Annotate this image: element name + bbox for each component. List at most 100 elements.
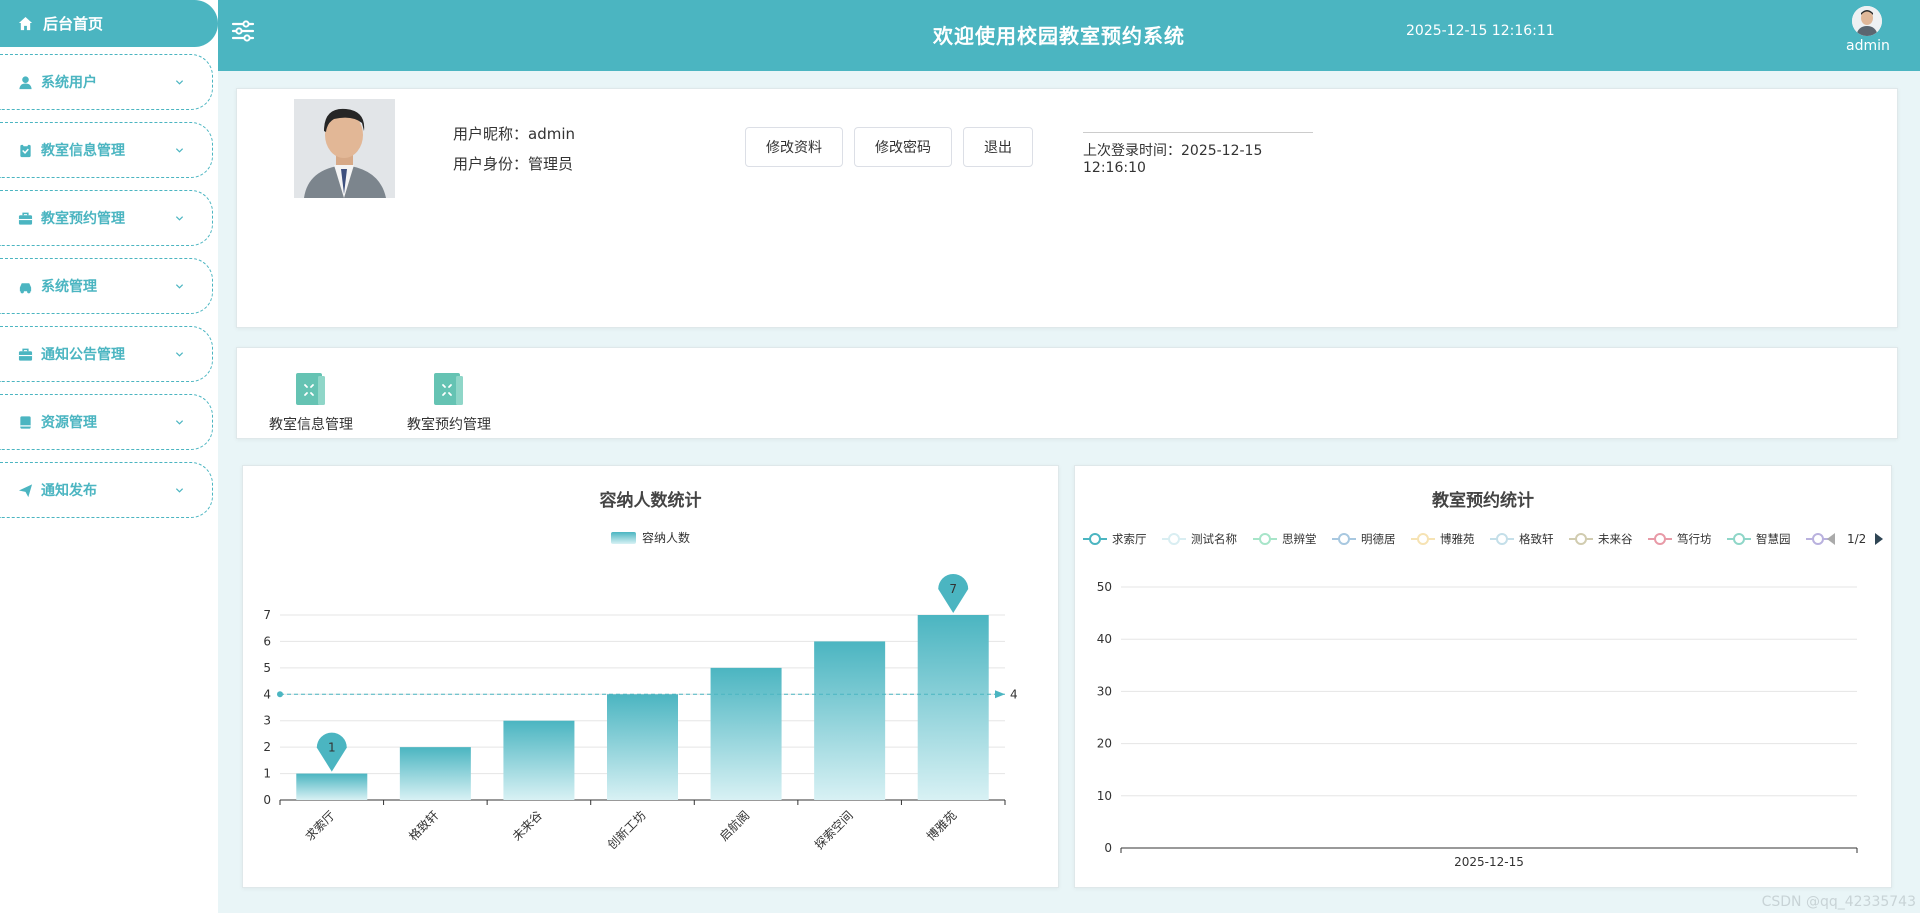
legend-item[interactable] (1332, 533, 1356, 545)
chevron-down-icon (175, 80, 184, 85)
menu-toggle-icon[interactable] (230, 18, 256, 44)
shortcut-classroom-info[interactable]: 教室信息管理 (251, 370, 371, 434)
legend-item[interactable] (1083, 533, 1107, 545)
sidebar-item-7[interactable]: 通知发布 (0, 462, 213, 518)
mark-line-label: 4 (1010, 687, 1018, 701)
sidebar-item-6[interactable]: 资源管理 (0, 394, 213, 450)
legend-item[interactable] (1162, 533, 1186, 545)
sidebar-item-1[interactable]: 系统用户 (0, 54, 213, 110)
avatar-image (1852, 6, 1882, 36)
header-avatar[interactable] (1852, 6, 1882, 36)
mark-line-arrow (995, 690, 1005, 699)
chevron-down-icon (175, 420, 184, 425)
legend-item[interactable] (1253, 533, 1277, 545)
y-tick-label: 3 (263, 714, 271, 728)
y-tick-label: 0 (263, 793, 271, 807)
capacity-bar-chart: 容纳人数 0 1 2 3 4 5 6 7 求索厅 格致轩 未来谷 创新工坊 启航阁 探索空间 博雅苑 4 1 7 (263, 530, 1018, 853)
x-tick-label: 未来谷 (510, 808, 545, 843)
mark-point-label: 7 (949, 582, 957, 596)
bar[interactable] (399, 747, 471, 800)
user-photo (294, 99, 395, 198)
folder-icon (434, 373, 463, 405)
y-tick-label: 40 (1097, 632, 1112, 646)
sidebar-item-4[interactable]: 系统管理 (0, 258, 213, 314)
legend-page-indicator: 1/2 (1847, 532, 1866, 546)
user-icon (19, 75, 32, 89)
user-nickname: 用户昵称：admin (453, 125, 576, 143)
bar[interactable] (607, 694, 678, 800)
sidebar-item-label: 系统管理 (41, 279, 97, 295)
legend-label: 格致轩 (1519, 532, 1554, 546)
legend-swatch (611, 532, 636, 544)
logout-button[interactable]: 退出 (963, 127, 1033, 167)
sidebar-item-2[interactable]: 教室信息管理 (0, 122, 213, 178)
legend-label: 未来谷 (1598, 532, 1633, 546)
sidebar-item-5[interactable]: 通知公告管理 (0, 326, 213, 382)
y-tick-label: 5 (263, 661, 271, 675)
y-tick-label: 20 (1097, 737, 1112, 751)
legend-item[interactable] (1806, 533, 1830, 545)
chevron-down-icon (175, 352, 184, 357)
legend-label: 测试名称 (1191, 532, 1237, 546)
bar[interactable] (710, 667, 782, 800)
shortcut-card: 教室信息管理 教室预约管理 (236, 347, 1898, 439)
y-tick-label: 0 (1104, 841, 1112, 855)
x-tick-label: 创新工坊 (604, 808, 649, 853)
car-icon (19, 282, 32, 293)
top-header: 欢迎使用校园教室预约系统 2025-12-15 12:16:11 admin (218, 0, 1920, 71)
y-tick-label: 10 (1097, 789, 1112, 803)
y-tick-label: 1 (263, 767, 271, 781)
legend-next-icon[interactable] (1875, 533, 1883, 545)
bar[interactable] (917, 615, 989, 800)
legend-label: 求索厅 (1112, 532, 1147, 546)
page-title: 欢迎使用校园教室预约系统 (933, 24, 1185, 48)
legend-prev-icon[interactable] (1827, 533, 1835, 545)
bar[interactable] (814, 641, 886, 800)
folder-icon (296, 373, 325, 405)
profile-card: 用户昵称：admin 用户身份：管理员 修改资料 修改密码 退出 上次登录时间：… (236, 88, 1898, 328)
chevron-down-icon (175, 488, 184, 493)
reservation-line-chart: 求索厅 测试名称 思辨堂 明德居 博雅苑 格致轩 未来谷 笃行坊 智慧园 1/2 0 10 20 30 40… (1083, 532, 1883, 869)
y-tick-label: 30 (1097, 684, 1112, 698)
sidebar-item-label: 通知发布 (41, 483, 97, 499)
capacity-chart-card: 容纳人数统计 容纳人数 0 1 2 3 4 5 6 7 求索厅 格致轩 未来谷 创新工坊 启航阁 探索空间博… (242, 465, 1059, 888)
legend-item[interactable] (1490, 533, 1514, 545)
home-icon (18, 16, 33, 31)
change-password-button[interactable]: 修改密码 (854, 127, 952, 167)
bar[interactable] (503, 720, 575, 800)
header-username[interactable]: admin (1846, 38, 1890, 54)
x-tick-label: 求索厅 (303, 808, 338, 843)
legend-label: 容纳人数 (642, 530, 690, 545)
legend-item[interactable] (1569, 533, 1593, 545)
sidebar-item-label: 教室预约管理 (41, 211, 125, 227)
sidebar-item-label: 教室信息管理 (41, 143, 125, 159)
legend-item[interactable] (1411, 533, 1435, 545)
chevron-down-icon (175, 284, 184, 289)
user-role: 用户身份：管理员 (453, 155, 574, 173)
sidebar-item-3[interactable]: 教室预约管理 (0, 190, 213, 246)
mark-line-start (277, 691, 283, 698)
x-tick-label: 格致轩 (405, 808, 441, 844)
book-icon (20, 415, 31, 429)
header-datetime: 2025-12-15 12:16:11 (1406, 23, 1555, 39)
legend-label: 智慧园 (1756, 532, 1791, 546)
sidebar-item-label: 通知公告管理 (41, 347, 125, 363)
x-tick-label: 2025-12-15 (1454, 855, 1524, 869)
legend-item[interactable] (1727, 533, 1751, 545)
chevron-down-icon (175, 216, 184, 221)
y-tick-label: 4 (263, 687, 271, 701)
briefcase-icon (18, 212, 33, 225)
sidebar-home-label: 后台首页 (43, 15, 104, 33)
watermark: CSDN @qq_42335743 (1761, 894, 1916, 910)
sidebar-item-label: 资源管理 (41, 415, 97, 431)
sidebar-item-label: 系统用户 (41, 75, 97, 91)
edit-profile-button[interactable]: 修改资料 (745, 127, 843, 167)
chevron-down-icon (175, 148, 184, 153)
bar[interactable] (296, 773, 368, 800)
y-tick-label: 6 (263, 634, 271, 648)
shortcut-classroom-reservation[interactable]: 教室预约管理 (389, 370, 509, 434)
sidebar-item-home[interactable]: 后台首页 (0, 0, 218, 47)
legend-item[interactable] (1648, 533, 1672, 545)
last-login-time: 上次登录时间：2025-12-15 12:16:10 (1083, 132, 1313, 176)
legend-label: 思辨堂 (1282, 532, 1317, 546)
